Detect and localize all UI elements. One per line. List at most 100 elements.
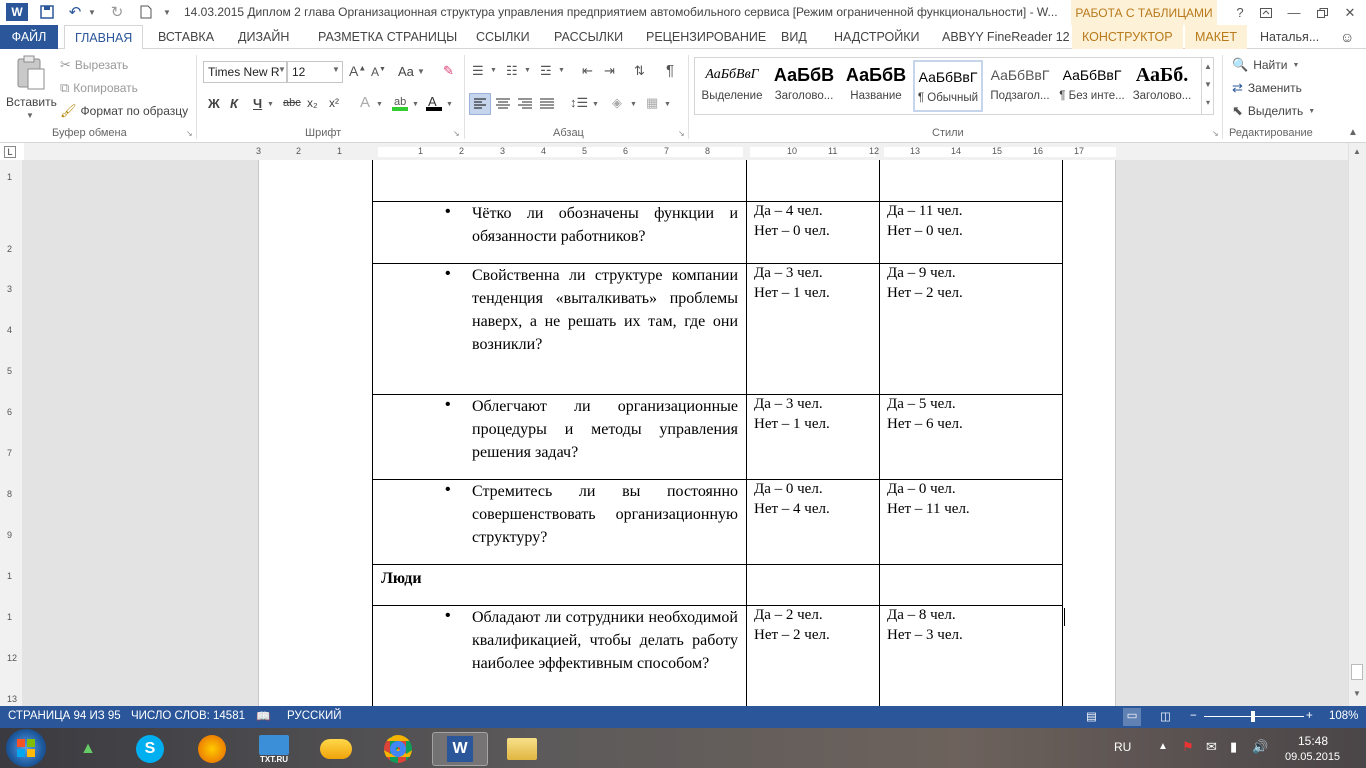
tab-addins[interactable]: НАДСТРОЙКИ bbox=[824, 25, 930, 49]
answer-group-1[interactable]: Нет – 1 чел. bbox=[754, 414, 830, 434]
style-no-spacing[interactable]: АаБбВвГ ¶ Без инте... bbox=[1057, 60, 1127, 112]
answer-group-2[interactable]: Нет – 11 чел. bbox=[887, 499, 970, 519]
question-text[interactable]: Обладают ли сотрудники необходимой квали… bbox=[472, 606, 738, 675]
firefox-icon[interactable] bbox=[184, 732, 240, 766]
skype-icon[interactable]: S bbox=[122, 732, 178, 766]
word-app-icon[interactable]: W bbox=[6, 3, 28, 21]
answer-group-2[interactable]: Нет – 0 чел. bbox=[887, 221, 963, 241]
question-text[interactable]: Свойственна ли структуре компании тенден… bbox=[472, 264, 738, 356]
network-warning-icon[interactable]: ⚑ bbox=[1182, 739, 1194, 755]
answer-group-2[interactable]: Нет – 6 чел. bbox=[887, 414, 963, 434]
zoom-slider-thumb[interactable] bbox=[1251, 711, 1255, 722]
file-explorer-icon[interactable] bbox=[494, 732, 550, 766]
zoom-level[interactable]: 108% bbox=[1329, 710, 1358, 722]
align-right-icon[interactable] bbox=[515, 94, 535, 117]
decrease-indent-icon[interactable]: ⇤ bbox=[582, 63, 593, 79]
user-account[interactable]: Наталья... bbox=[1250, 25, 1329, 49]
web-layout-icon[interactable]: ◫ bbox=[1160, 709, 1171, 723]
justify-icon[interactable] bbox=[537, 94, 557, 117]
change-case-dropdown-icon[interactable]: ▼ bbox=[417, 67, 425, 76]
shading-dropdown-icon[interactable]: ▼ bbox=[630, 101, 637, 108]
tab-table-design[interactable]: КОНСТРУКТОР bbox=[1072, 25, 1183, 49]
print-layout-icon[interactable]: ▭ bbox=[1123, 708, 1141, 726]
tab-home[interactable]: ГЛАВНАЯ bbox=[64, 25, 144, 50]
subscript-button[interactable]: x₂ bbox=[307, 96, 318, 110]
text-effects-dropdown-icon[interactable]: ▼ bbox=[376, 101, 383, 108]
save-icon[interactable] bbox=[36, 3, 58, 21]
answer-group-1[interactable]: Нет – 2 чел. bbox=[754, 625, 830, 645]
bold-button[interactable]: Ж bbox=[208, 96, 220, 111]
answer-group-1[interactable]: Нет – 0 чел. bbox=[754, 221, 830, 241]
answer-group-2[interactable]: Да – 0 чел. bbox=[887, 479, 956, 499]
minimize-button[interactable]: — bbox=[1280, 0, 1308, 25]
input-language-indicator[interactable]: RU bbox=[1114, 740, 1131, 754]
font-size-dropdown-icon[interactable]: ▼ bbox=[332, 65, 340, 74]
question-text[interactable]: Стремитесь ли вы постоянно совершенствов… bbox=[472, 480, 738, 549]
language-indicator[interactable]: РУССКИЙ bbox=[287, 710, 342, 722]
user-avatar-icon[interactable]: ☺ bbox=[1330, 25, 1364, 49]
chrome-icon[interactable] bbox=[370, 732, 426, 766]
borders-dropdown-icon[interactable]: ▼ bbox=[664, 101, 671, 108]
select-button[interactable]: ⬉ Выделить ▼ bbox=[1232, 103, 1315, 119]
action-center-icon[interactable]: ✉ bbox=[1206, 739, 1217, 755]
zoom-out-button[interactable]: − bbox=[1190, 710, 1197, 722]
highlight-color-icon[interactable]: ab bbox=[391, 93, 409, 114]
read-mode-icon[interactable]: ▤ bbox=[1086, 709, 1097, 723]
align-center-icon[interactable] bbox=[493, 94, 513, 117]
font-name-input[interactable]: Times New R bbox=[203, 61, 287, 83]
answer-group-2[interactable]: Нет – 3 чел. bbox=[887, 625, 963, 645]
tab-abbyy[interactable]: ABBYY FineReader 12 bbox=[932, 25, 1080, 49]
font-color-dropdown-icon[interactable]: ▼ bbox=[446, 101, 453, 108]
answer-group-1[interactable]: Да – 3 чел. bbox=[754, 263, 823, 283]
tab-references[interactable]: ССЫЛКИ bbox=[466, 25, 540, 49]
cloud-app-icon[interactable] bbox=[308, 732, 364, 766]
text-effects-icon[interactable]: A bbox=[360, 94, 370, 111]
change-case-button[interactable]: Aa bbox=[398, 64, 414, 79]
customize-toolbar-icon[interactable]: ▼ bbox=[160, 3, 174, 21]
italic-button[interactable]: К bbox=[230, 96, 238, 111]
shrink-font-icon[interactable]: A▼ bbox=[371, 65, 386, 79]
copy-button[interactable]: ⧉ Копировать bbox=[60, 80, 138, 96]
shading-icon[interactable]: ◈ bbox=[612, 95, 622, 111]
numbering-dropdown-icon[interactable]: ▼ bbox=[524, 67, 531, 74]
line-spacing-dropdown-icon[interactable]: ▼ bbox=[592, 101, 599, 108]
line-spacing-icon[interactable]: ↕☰ bbox=[570, 95, 588, 111]
ribbon-display-options-icon[interactable] bbox=[1252, 0, 1280, 25]
answer-group-2[interactable]: Да – 5 чел. bbox=[887, 394, 956, 414]
superscript-button[interactable]: x² bbox=[329, 96, 339, 110]
vertical-ruler[interactable] bbox=[0, 160, 22, 706]
zoom-in-button[interactable]: + bbox=[1306, 710, 1313, 722]
question-text[interactable]: Чётко ли обозначены функции и обязанност… bbox=[472, 202, 738, 248]
document-page[interactable]: секторах? • Чётко ли обозначены функции и … bbox=[258, 160, 1116, 706]
answer-group-1[interactable]: Да – 3 чел. bbox=[754, 394, 823, 414]
undo-icon[interactable]: ↶ bbox=[64, 3, 86, 21]
font-name-dropdown-icon[interactable]: ▼ bbox=[278, 65, 286, 74]
clock-date[interactable]: 09.05.2015 bbox=[1285, 751, 1340, 763]
word-count[interactable]: ЧИСЛО СЛОВ: 14581 bbox=[131, 710, 245, 722]
volume-icon[interactable]: 🔊 bbox=[1252, 739, 1268, 755]
restore-button[interactable] bbox=[1308, 0, 1336, 25]
styles-scroll[interactable]: ▲ ▼ ▾ bbox=[1201, 58, 1214, 114]
answer-group-2[interactable]: Нет – 2 чел. bbox=[887, 283, 963, 303]
answer-group-2[interactable]: Да – 11 чел. bbox=[887, 201, 963, 221]
sort-icon[interactable]: ⇅ bbox=[634, 63, 645, 79]
scroll-down-icon[interactable]: ▼ bbox=[1353, 689, 1361, 698]
tab-insert[interactable]: ВСТАВКА bbox=[148, 25, 224, 49]
page-indicator[interactable]: СТРАНИЦА 94 ИЗ 95 bbox=[8, 710, 121, 722]
clipboard-launcher-icon[interactable]: ↘ bbox=[186, 129, 193, 138]
question-text[interactable]: Облегчают ли организационные процедуры и… bbox=[472, 395, 738, 464]
collapse-ribbon-icon[interactable]: ▲ bbox=[1348, 127, 1358, 138]
cut-button[interactable]: ✂ Вырезать bbox=[60, 57, 128, 73]
style-emphasis[interactable]: АаБбВвГ Выделение bbox=[697, 60, 767, 112]
font-color-icon[interactable]: A bbox=[425, 93, 443, 114]
answer-group-2[interactable]: Да – 8 чел. bbox=[887, 605, 956, 625]
find-button[interactable]: 🔍 Найти ▼ bbox=[1232, 57, 1299, 73]
signal-icon[interactable]: ▮ bbox=[1230, 739, 1237, 755]
style-heading-1[interactable]: АаБбВ Заголово... bbox=[769, 60, 839, 112]
answer-group-1[interactable]: Нет – 4 чел. bbox=[754, 499, 830, 519]
help-button[interactable]: ? bbox=[1226, 0, 1254, 25]
answer-group-2[interactable]: Да – 9 чел. bbox=[887, 263, 956, 283]
start-button[interactable] bbox=[6, 729, 46, 767]
paragraph-launcher-icon[interactable]: ↘ bbox=[678, 129, 685, 138]
word-taskbar-icon[interactable]: W bbox=[432, 732, 488, 766]
